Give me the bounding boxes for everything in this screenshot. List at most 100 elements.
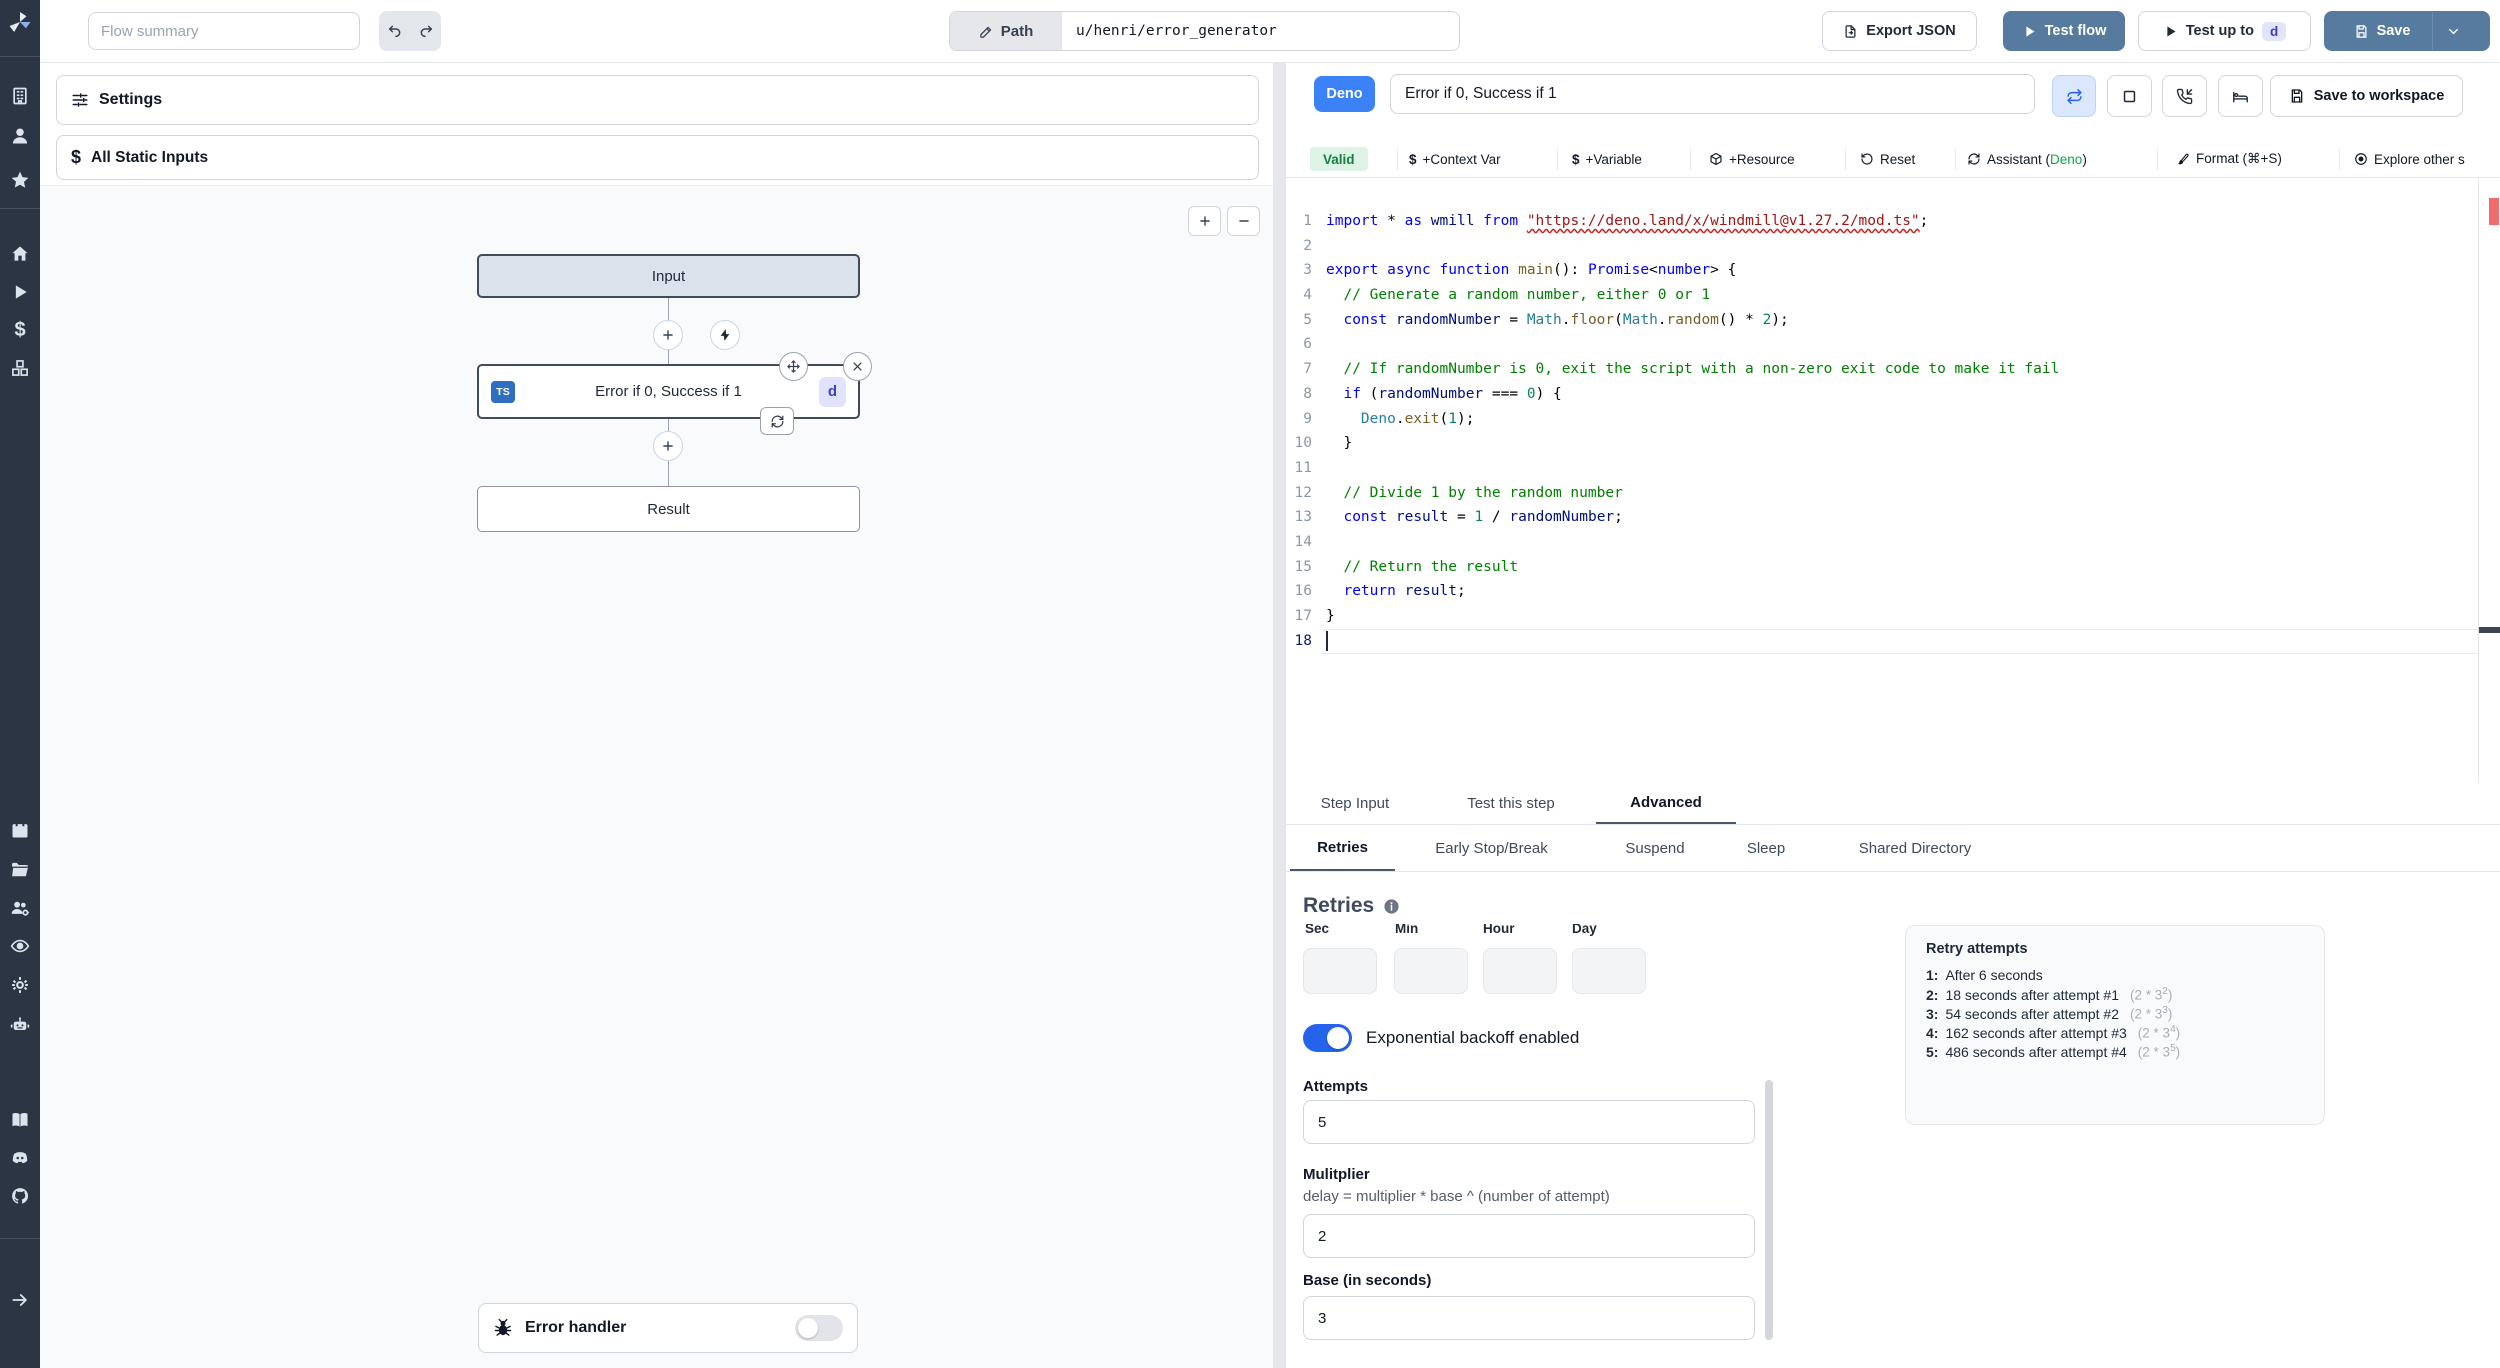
refresh-icon [770, 414, 785, 429]
step-tabs: Step Input Test this step Advanced [1286, 783, 2500, 825]
code-editor[interactable]: 1 2 3 4 5 6 7 8 9 10 11 12 13 14 15 16 17 18 import * as … [1286, 178, 2500, 783]
redo-button[interactable] [410, 11, 441, 51]
sidebar-item-folders[interactable] [0, 852, 40, 888]
undo-redo-group [379, 11, 441, 51]
toolbar-separator [1397, 148, 1398, 170]
input-node[interactable]: Input [477, 254, 860, 298]
export-json-button[interactable]: Export JSON [1822, 11, 1977, 51]
sidebar-item-docs[interactable] [0, 1102, 40, 1138]
sidebar-item-audit-logs[interactable] [0, 928, 40, 964]
time-unit-labels: Sec Min Hour Day [1286, 924, 1686, 941]
add-variable-button[interactable]: $ +Variable [1572, 140, 1642, 177]
flow-panel: Settings $ All Static Inputs Input TS Er… [40, 63, 1273, 1368]
scrollbar-thumb[interactable] [1765, 1080, 1773, 1340]
sec-label: Sec [1305, 924, 1330, 936]
insert-step-button[interactable] [653, 320, 683, 350]
flow-canvas[interactable]: Input TS Error if 0, Success if 1 d Resu… [40, 185, 1273, 1368]
save-dropdown-button[interactable] [2432, 12, 2474, 50]
sidebar-divider [0, 208, 40, 209]
text-cursor [1326, 631, 1328, 651]
valid-badge: Valid [1310, 147, 1368, 171]
arrow-right-icon [10, 1290, 30, 1310]
windmill-logo-icon[interactable] [0, 4, 40, 40]
save-to-workspace-button[interactable]: Save to workspace [2270, 75, 2463, 117]
error-handler-toggle[interactable] [795, 1315, 843, 1341]
sleep-icon-button[interactable] [2218, 75, 2263, 117]
sidebar-item-discord[interactable] [0, 1140, 40, 1176]
sidebar-expand-button[interactable] [0, 1282, 40, 1318]
sidebar-item-settings[interactable] [0, 967, 40, 1003]
undo-button[interactable] [379, 11, 410, 51]
tab-step-input[interactable]: Step Input [1305, 783, 1405, 824]
pencil-icon [979, 24, 994, 39]
add-context-var-button[interactable]: $ +Context Var [1409, 140, 1501, 177]
assistant-button[interactable]: Assistant (Deno) [1967, 140, 2087, 177]
hour-input[interactable] [1483, 948, 1557, 994]
sidebar-item-groups[interactable] [0, 890, 40, 926]
min-input[interactable] [1394, 948, 1468, 994]
suspend-icon-button[interactable] [2162, 75, 2207, 117]
sidebar-item-home[interactable] [0, 236, 40, 272]
test-up-to-button[interactable]: Test up to d [2138, 11, 2311, 51]
format-button[interactable]: Format (⌘+S) [2176, 140, 2282, 177]
move-icon [786, 359, 801, 374]
early-stop-icon-button[interactable] [2107, 75, 2152, 117]
reset-button[interactable]: Reset [1860, 140, 1915, 177]
test-flow-button[interactable]: Test flow [2003, 11, 2125, 51]
sidebar-item-runs[interactable] [0, 274, 40, 310]
dollar-icon: $ [1572, 151, 1580, 167]
zoom-in-button[interactable] [1188, 206, 1221, 236]
base-input[interactable] [1303, 1296, 1755, 1340]
all-static-inputs-bar[interactable]: $ All Static Inputs [56, 135, 1259, 180]
tab-advanced[interactable]: Advanced [1596, 783, 1736, 824]
star-icon [10, 170, 30, 190]
overview-ruler[interactable] [2478, 178, 2500, 783]
play-icon [10, 282, 30, 302]
sidebar-item-workspace[interactable] [0, 78, 40, 114]
explore-scripts-button[interactable]: Explore other s [2354, 140, 2465, 177]
circle-dot-icon [2354, 152, 2368, 166]
path-input[interactable] [1062, 12, 1459, 50]
day-input[interactable] [1572, 948, 1646, 994]
sec-input[interactable] [1303, 948, 1377, 994]
path-field: Path [949, 11, 1460, 51]
discord-icon [10, 1148, 30, 1168]
info-icon[interactable] [1383, 898, 1400, 915]
tab-shared-directory[interactable]: Shared Directory [1836, 825, 1994, 871]
sidebar-item-github[interactable] [0, 1178, 40, 1214]
dollar-icon: $ [14, 318, 26, 341]
step-name-input[interactable] [1390, 74, 2035, 114]
input-node-label: Input [651, 267, 686, 285]
tab-sleep[interactable]: Sleep [1739, 825, 1793, 871]
move-step-handle[interactable] [779, 352, 808, 381]
sidebar-item-user[interactable] [0, 118, 40, 154]
sidebar-item-schedules[interactable] [0, 812, 40, 848]
flow-summary-input[interactable] [88, 12, 360, 50]
panel-divider[interactable] [1273, 63, 1286, 1368]
delete-step-button[interactable] [843, 352, 872, 381]
add-resource-button[interactable]: +Resource [1709, 140, 1795, 177]
sidebar-item-favorites[interactable] [0, 162, 40, 198]
trigger-button[interactable] [710, 320, 740, 350]
tab-suspend[interactable]: Suspend [1614, 825, 1696, 871]
typescript-badge: TS [491, 380, 515, 403]
retries-icon-button[interactable] [2052, 75, 2096, 117]
flow-settings-bar[interactable]: Settings [56, 75, 1259, 125]
sidebar-item-resources[interactable] [0, 350, 40, 386]
insert-step-button[interactable] [653, 431, 683, 461]
attempts-input[interactable] [1303, 1100, 1755, 1144]
result-node[interactable]: Result [477, 486, 860, 532]
save-icon [2354, 24, 2369, 39]
zoom-out-button[interactable] [1227, 206, 1260, 236]
tab-test-this-step[interactable]: Test this step [1446, 783, 1576, 824]
tab-early-stop-break[interactable]: Early Stop/Break [1415, 825, 1568, 871]
sidebar-item-variables[interactable]: $ [0, 312, 40, 348]
save-button[interactable]: Save [2340, 12, 2425, 50]
tab-retries[interactable]: Retries [1290, 825, 1395, 871]
refresh-icon [1967, 152, 1981, 166]
step-node[interactable]: TS Error if 0, Success if 1 d [477, 352, 872, 435]
exponential-backoff-toggle[interactable] [1303, 1024, 1352, 1052]
multiplier-input[interactable] [1303, 1214, 1755, 1258]
restart-step-button[interactable] [760, 407, 794, 435]
sidebar-item-workers[interactable] [0, 1007, 40, 1043]
